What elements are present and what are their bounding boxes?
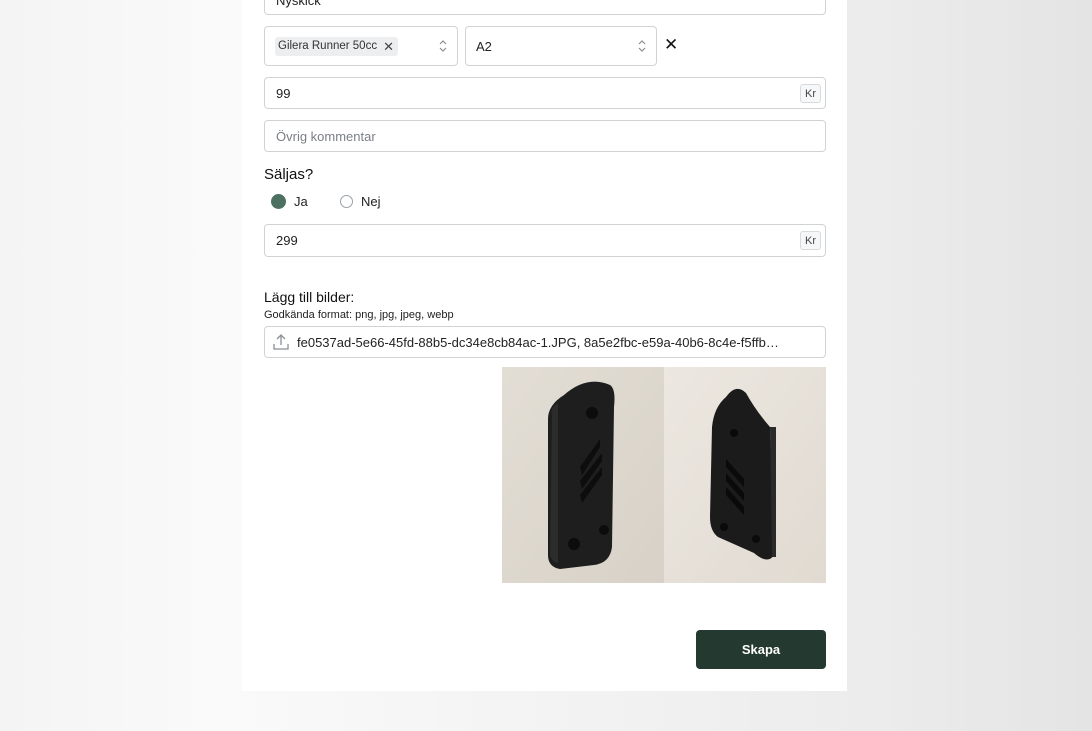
- upload-icon[interactable]: [265, 327, 297, 357]
- price-value: 99: [276, 85, 291, 101]
- comment-placeholder: Övrig kommentar: [276, 128, 376, 144]
- images-hint: Godkända format: png, jpg, jpeg, webp: [264, 309, 454, 321]
- sell-price-value: 299: [276, 233, 298, 248]
- price-field[interactable]: 99 Kr: [264, 77, 826, 109]
- file-upload-field[interactable]: fe0537ad-5e66-45fd-88b5-dc34e8cb84ac-1.J…: [264, 326, 826, 358]
- comment-field[interactable]: Övrig kommentar: [264, 120, 826, 152]
- variant-select[interactable]: A2: [465, 26, 657, 66]
- chip-remove-icon[interactable]: ✕: [383, 40, 394, 53]
- model-chip: Gilera Runner 50cc ✕: [275, 36, 398, 56]
- radio-no-label: Nej: [361, 194, 381, 209]
- chevron-updown-icon[interactable]: [439, 39, 447, 53]
- sell-price-field[interactable]: 299 Kr: [264, 224, 826, 257]
- model-select[interactable]: Gilera Runner 50cc ✕: [264, 26, 458, 66]
- currency-suffix: Kr: [800, 231, 821, 250]
- sell-heading: Säljas?: [264, 166, 314, 183]
- chevron-updown-icon[interactable]: [638, 39, 646, 53]
- clear-selection-icon[interactable]: ✕: [664, 36, 678, 53]
- create-button[interactable]: Skapa: [696, 630, 826, 669]
- images-heading: Lägg till bilder:: [264, 289, 355, 305]
- condition-field[interactable]: Nyskick: [264, 0, 826, 15]
- radio-yes-indicator[interactable]: [271, 194, 286, 209]
- image-preview-1: [502, 367, 664, 583]
- currency-suffix: Kr: [800, 84, 821, 103]
- radio-no[interactable]: Nej: [340, 194, 381, 209]
- form-card: Nyskick Gilera Runner 50cc ✕ A2 ✕ 99 Kr …: [242, 0, 847, 691]
- selected-files: fe0537ad-5e66-45fd-88b5-dc34e8cb84ac-1.J…: [297, 334, 779, 350]
- variant-value: A2: [476, 38, 492, 54]
- model-chip-label: Gilera Runner 50cc: [278, 40, 378, 52]
- image-preview-2: [664, 367, 826, 583]
- condition-value: Nyskick: [276, 0, 321, 8]
- radio-no-indicator[interactable]: [340, 195, 353, 208]
- radio-yes[interactable]: Ja: [271, 194, 308, 209]
- radio-yes-label: Ja: [294, 194, 308, 209]
